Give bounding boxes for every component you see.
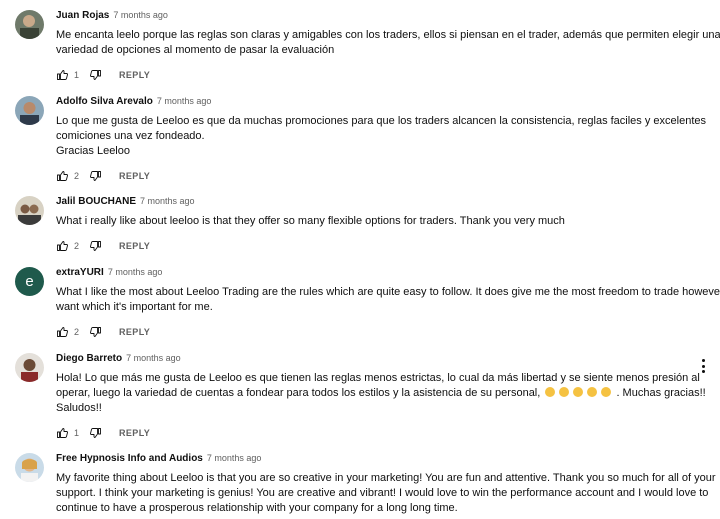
comment-timestamp[interactable]: 7 months ago — [157, 96, 212, 106]
comment-line-text: . Muchas gracias!! — [616, 387, 706, 399]
comment-line: variedad de opciones al momento de pasar… — [56, 44, 335, 56]
comment-line: support. I think your marketing is geniu… — [56, 487, 709, 499]
comment-line: What i really like about leeloo is that … — [56, 215, 565, 227]
avatar[interactable] — [15, 96, 44, 125]
avatar[interactable] — [15, 453, 44, 482]
comment-text: What i really like about leeloo is that … — [56, 214, 696, 229]
comment-actions: 2 REPLY — [56, 169, 696, 183]
thumbs-down-icon[interactable] — [90, 240, 102, 252]
clapping-hands-emoji — [587, 387, 598, 397]
comment-timestamp[interactable]: 7 months ago — [113, 10, 168, 20]
thumbs-up-icon[interactable] — [56, 427, 68, 439]
ok-hand-emoji — [601, 387, 612, 397]
comment-line: operar, luego la variedad de cuentas a f… — [56, 386, 706, 401]
comment-timestamp[interactable]: 7 months ago — [108, 267, 163, 277]
comment-timestamp[interactable]: 7 months ago — [140, 196, 195, 206]
thumbs-up-icon[interactable] — [56, 69, 68, 81]
clapping-hands-emoji — [545, 387, 556, 397]
comment-line: Gracias Leeloo — [56, 145, 130, 157]
comment-text: Hola! Lo que más me gusta de Leeloo es q… — [56, 371, 706, 416]
thumbs-down-icon[interactable] — [90, 326, 102, 338]
comment-line: Me encanta leelo porque las reglas son c… — [56, 29, 720, 41]
like-count: 1 — [74, 70, 80, 80]
like-count: 2 — [74, 241, 80, 251]
comment-author[interactable]: Adolfo Silva Arevalo — [56, 96, 153, 107]
comment-timestamp[interactable]: 7 months ago — [207, 453, 262, 463]
more-vert-icon[interactable] — [700, 359, 706, 373]
avatar-letter: e — [25, 273, 34, 290]
avatar[interactable] — [15, 10, 44, 39]
comment-line: What I like the most about Leeloo Tradin… — [56, 286, 720, 298]
comment-line: My favorite thing about Leeloo is that y… — [56, 472, 716, 484]
comment-line: Lo que me gusta de Leeloo es que da much… — [56, 115, 706, 127]
comment-actions: 1 REPLY — [56, 426, 696, 440]
comment-author[interactable]: Jalil BOUCHANE — [56, 196, 136, 207]
comment-author[interactable]: Free Hypnosis Info and Audios — [56, 453, 203, 464]
thumbs-down-icon[interactable] — [90, 69, 102, 81]
comment-line: continue to have a prosperous relationsh… — [56, 502, 458, 514]
comment-line-text: operar, luego la variedad de cuentas a f… — [56, 387, 541, 399]
comment-line: Hola! Lo que más me gusta de Leeloo es q… — [56, 372, 700, 384]
thumbs-down-icon[interactable] — [90, 427, 102, 439]
reply-button[interactable]: REPLY — [119, 171, 150, 181]
thumbs-down-icon[interactable] — [90, 170, 102, 182]
comment-text: Me encanta leelo porque las reglas son c… — [56, 28, 720, 58]
thumbs-up-icon[interactable] — [56, 170, 68, 182]
like-count: 1 — [74, 428, 80, 438]
comment-timestamp[interactable]: 7 months ago — [126, 353, 181, 363]
reply-button[interactable]: REPLY — [119, 428, 150, 438]
reply-button[interactable]: REPLY — [119, 70, 150, 80]
clapping-hands-emoji — [573, 387, 584, 397]
comment-actions: 2 REPLY — [56, 325, 696, 339]
thumbs-up-icon[interactable] — [56, 326, 68, 338]
avatar[interactable]: e — [15, 267, 44, 296]
like-count: 2 — [74, 327, 80, 337]
clapping-hands-emoji — [559, 387, 570, 397]
comment-actions: 2 REPLY — [56, 239, 696, 253]
comment-actions: 1 REPLY — [56, 68, 696, 82]
reply-button[interactable]: REPLY — [119, 327, 150, 337]
comment-author[interactable]: Diego Barreto — [56, 353, 122, 364]
comment-text: My favorite thing about Leeloo is that y… — [56, 471, 716, 516]
comment-text: What I like the most about Leeloo Tradin… — [56, 285, 720, 315]
comment-text: Lo que me gusta de Leeloo es que da much… — [56, 114, 706, 159]
comment-author[interactable]: extraYURI — [56, 267, 104, 278]
like-count: 2 — [74, 171, 80, 181]
avatar[interactable] — [15, 353, 44, 382]
comment-line: comiciones una vez fondeado. — [56, 130, 205, 142]
comment-line: want which it's important for me. — [56, 301, 213, 313]
comment-author[interactable]: Juan Rojas — [56, 10, 109, 21]
avatar[interactable] — [15, 196, 44, 225]
reply-button[interactable]: REPLY — [119, 241, 150, 251]
thumbs-up-icon[interactable] — [56, 240, 68, 252]
comment-line: Saludos!! — [56, 402, 102, 414]
